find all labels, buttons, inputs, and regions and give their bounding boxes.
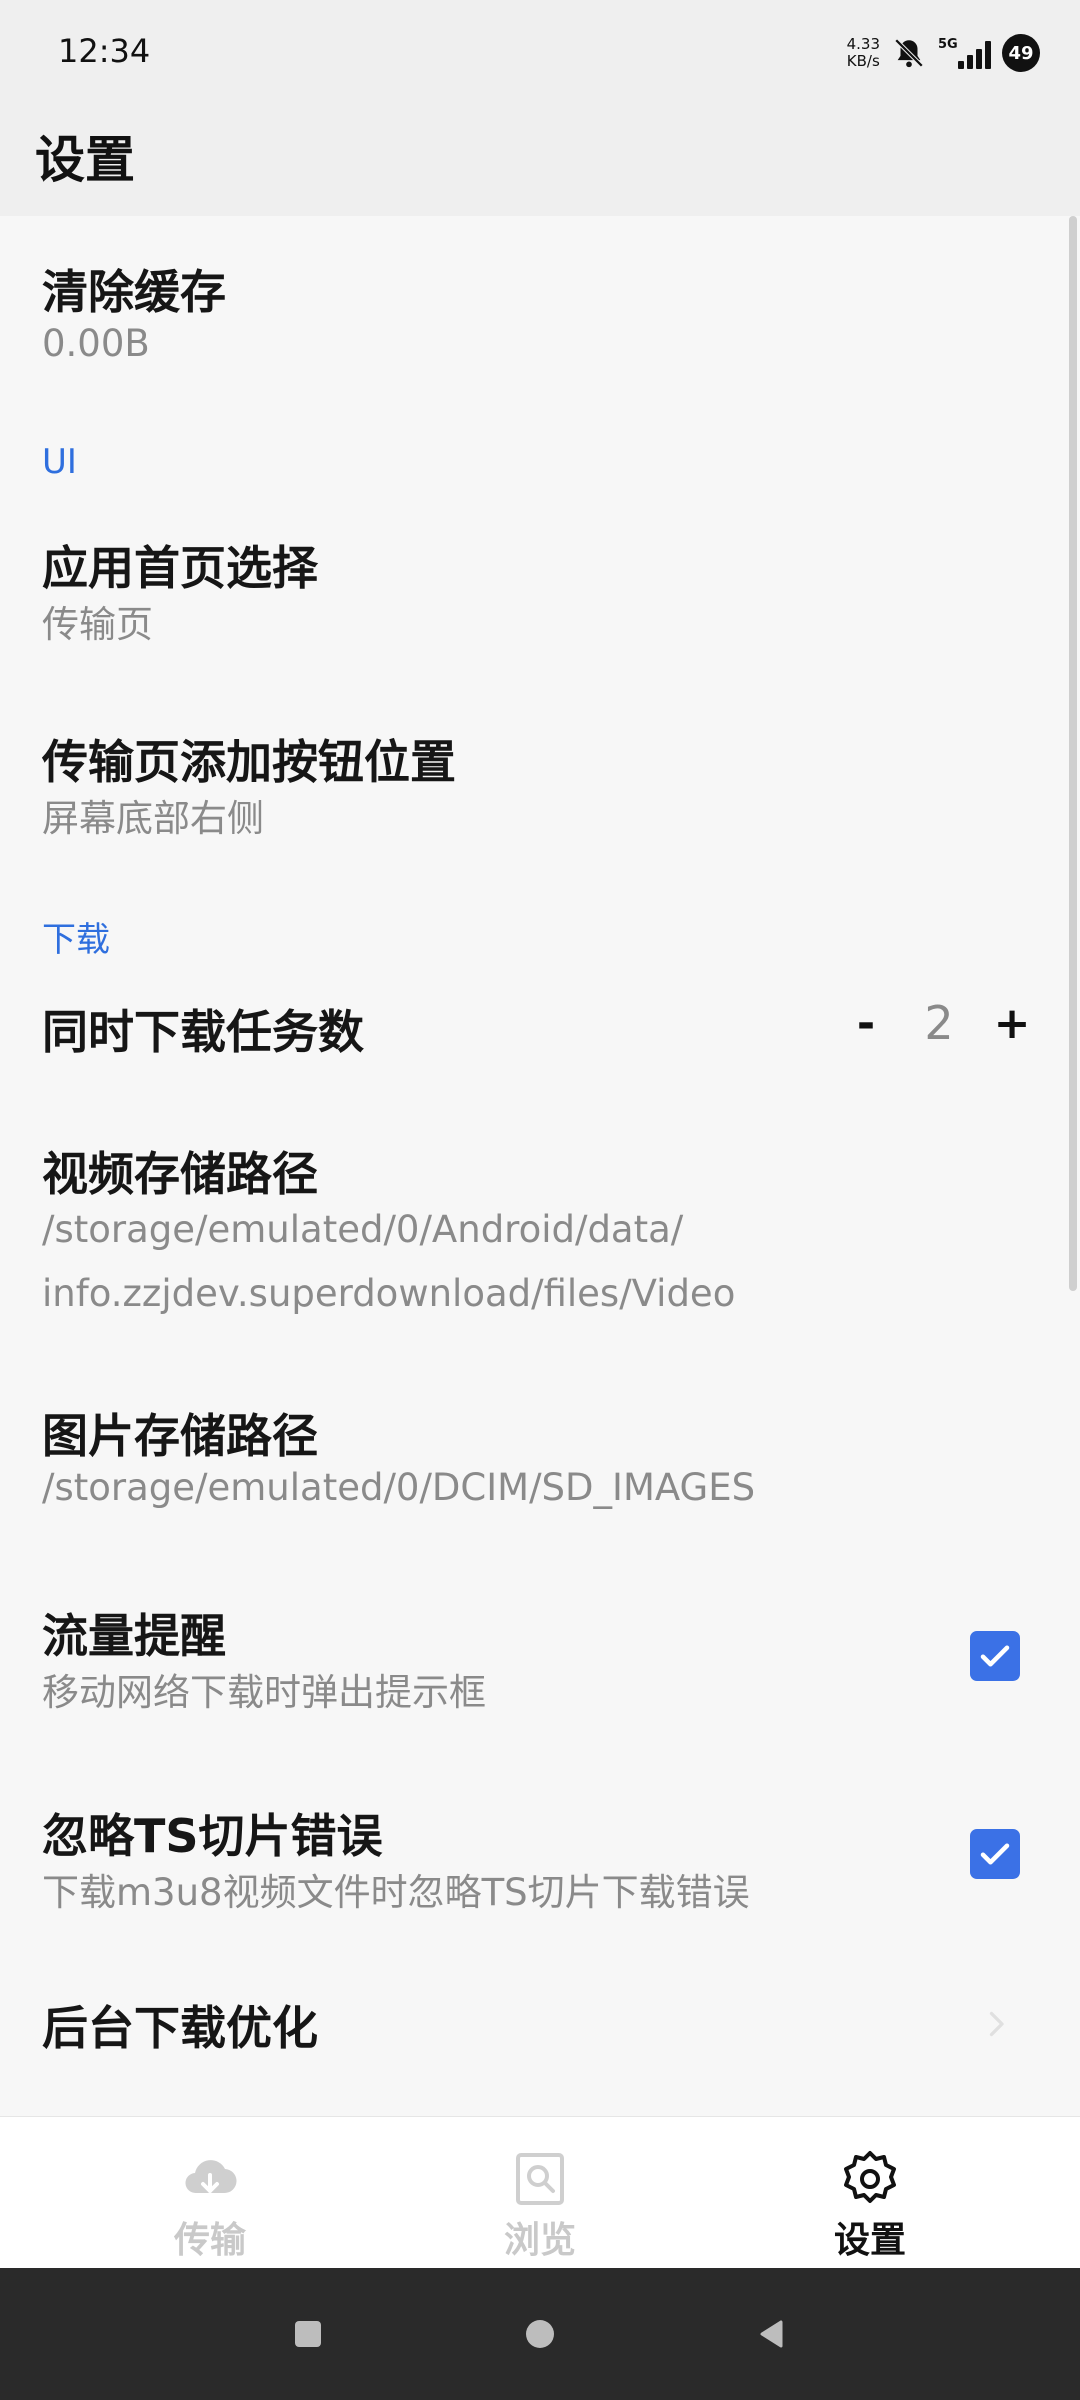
video-path-line-1: /storage/emulated/0/Android/data/ [42, 1208, 684, 1251]
traffic-alert-desc: 移动网络下载时弹出提示框 [42, 1671, 486, 1714]
clear-cache-title: 清除缓存 [42, 265, 226, 319]
video-path-title: 视频存储路径 [42, 1147, 318, 1201]
signal-icon: 5G [938, 33, 991, 73]
nav-tab-transfer[interactable]: 传输 [90, 2117, 330, 2269]
checkmark-icon [980, 1645, 1010, 1667]
traffic-alert-title: 流量提醒 [42, 1609, 226, 1663]
increment-button[interactable]: + [984, 998, 1040, 1049]
nav-label-browse: 浏览 [503, 2220, 576, 2261]
network-speed-unit: KB/s [846, 52, 880, 70]
gear-icon [844, 2151, 896, 2203]
concurrent-tasks-stepper: - 2 + [838, 996, 1040, 1050]
nav-label-settings: 设置 [833, 2220, 906, 2261]
network-speed-value: 4.33 [846, 35, 880, 53]
ignore-ts-errors-checkbox[interactable] [970, 1829, 1020, 1879]
app-header [0, 100, 1080, 216]
page-title: 设置 [35, 131, 135, 189]
image-path-value: /storage/emulated/0/DCIM/SD_IMAGES [42, 1466, 756, 1509]
status-time: 12:34 [58, 32, 151, 70]
nav-tab-settings[interactable]: 设置 [750, 2117, 990, 2269]
back-icon[interactable] [752, 2314, 792, 2354]
concurrent-tasks-value: 2 [924, 996, 954, 1050]
section-header-ui: UI [42, 442, 77, 482]
add-button-position-title: 传输页添加按钮位置 [42, 735, 456, 789]
ignore-ts-errors-desc: 下载m3u8视频文件时忽略TS切片下载错误 [42, 1871, 750, 1914]
status-icons: 4.33 KB/s 5G 49 [847, 28, 1040, 78]
cloud-download-icon [185, 2160, 237, 2194]
bottom-navigation: 传输 浏览 设置 [0, 2116, 1080, 2269]
recent-apps-icon[interactable] [288, 2314, 328, 2354]
bell-off-icon [894, 38, 924, 68]
status-bar: 12:34 4.33 KB/s 5G 49 [0, 0, 1080, 100]
battery-icon: 49 [1002, 34, 1040, 72]
video-path-line-2: info.zzjdev.superdownload/files/Video [42, 1272, 736, 1315]
decrement-button[interactable]: - [838, 998, 894, 1049]
home-page-title: 应用首页选择 [42, 541, 318, 595]
network-type: 5G [938, 37, 958, 52]
battery-level: 49 [1008, 42, 1034, 64]
network-speed: 4.33 KB/s [847, 36, 880, 70]
browse-search-icon [516, 2153, 564, 2205]
chevron-right-icon [989, 2011, 1004, 2037]
nav-label-transfer: 传输 [173, 2220, 246, 2261]
clear-cache-value: 0.00B [42, 322, 150, 365]
home-page-value: 传输页 [42, 603, 153, 646]
checkmark-icon [980, 1843, 1010, 1865]
home-icon[interactable] [520, 2314, 560, 2354]
traffic-alert-checkbox[interactable] [970, 1631, 1020, 1681]
ignore-ts-errors-title: 忽略TS切片错误 [42, 1809, 383, 1863]
concurrent-tasks-title: 同时下载任务数 [42, 1005, 364, 1059]
settings-list: 清除缓存 0.00B UI 应用首页选择 传输页 传输页添加按钮位置 屏幕底部右… [0, 216, 1080, 2116]
system-navigation-bar [0, 2268, 1080, 2400]
image-path-title: 图片存储路径 [42, 1409, 318, 1463]
section-header-download: 下载 [42, 920, 110, 960]
scrollbar[interactable] [1069, 216, 1077, 1291]
background-optimization-title: 后台下载优化 [42, 2001, 318, 2055]
nav-tab-browse[interactable]: 浏览 [420, 2117, 660, 2269]
add-button-position-value: 屏幕底部右侧 [42, 797, 264, 840]
